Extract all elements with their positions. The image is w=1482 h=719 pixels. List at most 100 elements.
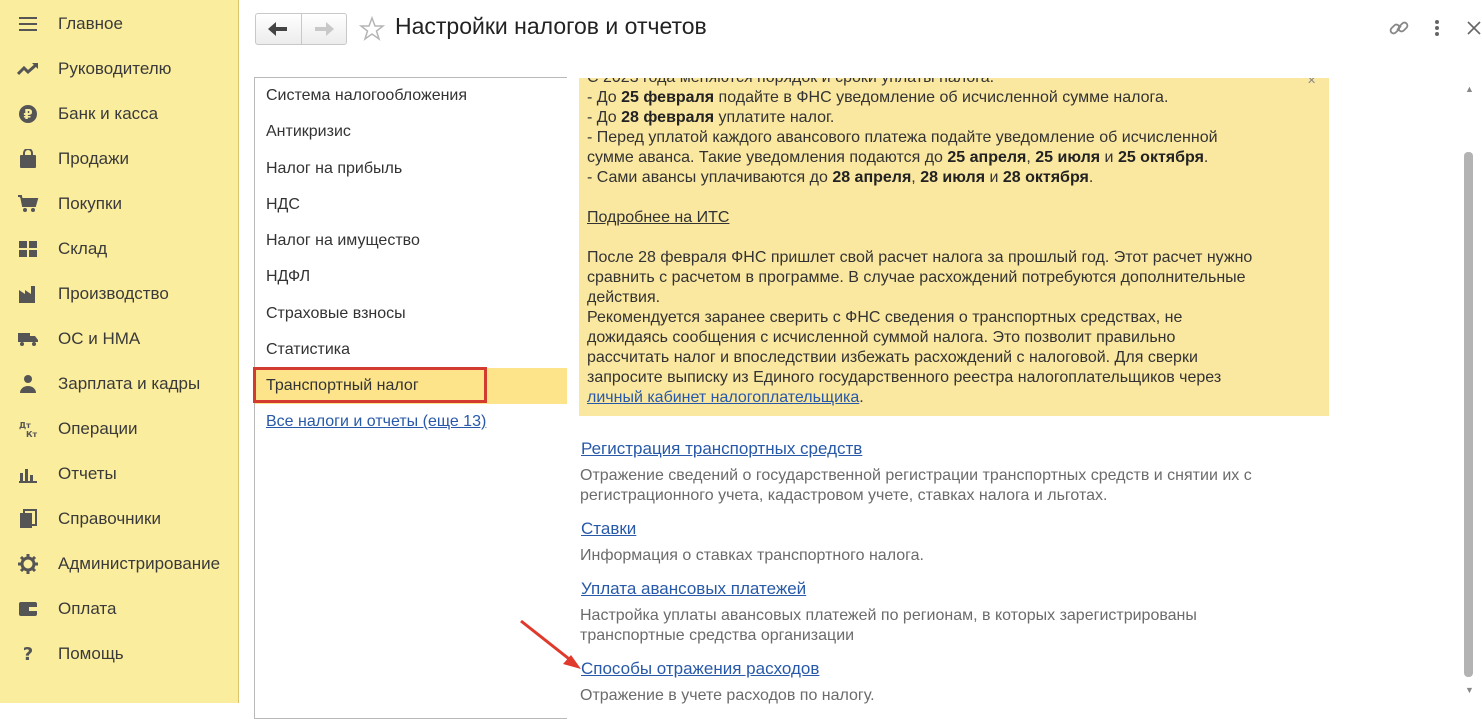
- page-title: Настройки налогов и отчетов: [395, 13, 707, 39]
- notice-line: сумме аванса. Такие уведомления подаются…: [587, 149, 1209, 166]
- sidebar-item-reports[interactable]: Отчеты: [0, 454, 238, 494]
- sidebar-item-warehouse[interactable]: Склад: [0, 229, 238, 269]
- sidebar-item-payment[interactable]: Оплата: [0, 589, 238, 629]
- notice-line: личный кабинет налогоплательщика.: [587, 389, 864, 406]
- sidebar-item-directories[interactable]: Справочники: [0, 499, 238, 539]
- debit-credit-icon: Дт Кт: [17, 418, 39, 440]
- close-button[interactable]: [1462, 16, 1482, 40]
- sidebar-item-administration[interactable]: Администрирование: [0, 544, 238, 584]
- sidebar-item-operations[interactable]: Дт Кт Операции: [0, 409, 238, 449]
- section-item-insurance[interactable]: Страховые взносы: [266, 305, 406, 323]
- sidebar-item-label: Зарплата и кадры: [58, 374, 201, 393]
- sidebar-item-bank[interactable]: ₽ Банк и касса: [0, 94, 238, 134]
- notice-line: действия.: [587, 289, 661, 306]
- vertical-scrollbar[interactable]: ▲ ▼: [1462, 82, 1476, 702]
- section-item-profit-tax[interactable]: Налог на прибыль: [266, 160, 402, 178]
- favorite-star-icon[interactable]: [358, 15, 386, 42]
- sidebar-item-purchases[interactable]: Покупки: [0, 184, 238, 224]
- sidebar: Главное Руководителю ₽ Банк и касса Прод…: [0, 0, 239, 703]
- section-item-property-tax[interactable]: Налог на имущество: [266, 232, 420, 250]
- wallet-icon: [17, 598, 39, 620]
- item-description: Информация о ставках транспортного налог…: [580, 547, 924, 564]
- rates-link[interactable]: Ставки: [581, 519, 636, 539]
- item-description: Отражение в учете расходов по налогу.: [580, 687, 875, 704]
- person-icon: [17, 373, 39, 395]
- section-item-tax-system[interactable]: Система налогообложения: [266, 87, 467, 105]
- sidebar-item-sales[interactable]: Продажи: [0, 139, 238, 179]
- notice-line: рассчитать налог и впоследствии избежать…: [587, 349, 1198, 366]
- svg-text:Дт: Дт: [19, 421, 31, 430]
- ruble-coin-icon: ₽: [17, 103, 39, 125]
- sidebar-item-label: Продажи: [58, 149, 129, 168]
- svg-text:Кт: Кт: [26, 430, 38, 439]
- section-item-vat[interactable]: НДС: [266, 196, 300, 214]
- sidebar-item-label: Банк и касса: [58, 104, 159, 123]
- vehicle-registration-link[interactable]: Регистрация транспортных средств: [581, 439, 862, 459]
- notice-line: - Перед уплатой каждого авансового плате…: [587, 129, 1218, 146]
- sidebar-item-label: Покупки: [58, 194, 122, 213]
- link-button[interactable]: [1387, 16, 1411, 40]
- notice-line: дожидаясь сообщения с исчисленной суммой…: [587, 329, 1176, 346]
- warehouse-icon: [17, 238, 39, 260]
- svg-text:?: ?: [23, 644, 33, 664]
- item-description: Отражение сведений о государственной рег…: [580, 467, 1252, 484]
- sidebar-item-label: Оплата: [58, 599, 117, 618]
- notice-line: сравнить с расчетом в программе. В случа…: [587, 269, 1246, 286]
- notice-panel: С 2023 года меняются порядок и сроки упл…: [579, 78, 1329, 416]
- more-actions-button[interactable]: [1425, 16, 1449, 40]
- sidebar-item-label: ОС и НМА: [58, 329, 141, 348]
- scroll-down-icon[interactable]: ▼: [1465, 685, 1474, 695]
- menu-icon: [17, 13, 39, 35]
- sidebar-item-label: Отчеты: [58, 464, 117, 483]
- arrow-right-icon: [314, 22, 334, 36]
- sidebar-item-label: Операции: [58, 419, 138, 438]
- svg-text:₽: ₽: [23, 108, 32, 123]
- gear-icon: [17, 553, 39, 575]
- advance-payments-link[interactable]: Уплата авансовых платежей: [581, 579, 806, 599]
- notice-close-icon[interactable]: ✕: [1307, 78, 1316, 87]
- cart-icon: [17, 193, 39, 215]
- notice-line: - Сами авансы уплачиваются до 28 апреля,…: [587, 169, 1094, 186]
- notice-line: запросите выписку из Единого государстве…: [587, 369, 1222, 386]
- forward-button[interactable]: [300, 14, 347, 44]
- taxpayer-cabinet-link[interactable]: личный кабинет налогоплательщика: [587, 389, 859, 406]
- sidebar-item-label: Производство: [58, 284, 169, 303]
- question-icon: ?: [17, 643, 39, 665]
- scroll-up-icon[interactable]: ▲: [1465, 84, 1474, 94]
- sidebar-item-help[interactable]: ? Помощь: [0, 634, 238, 674]
- link-icon: [1389, 21, 1409, 35]
- expense-methods-link[interactable]: Способы отражения расходов: [581, 659, 819, 679]
- sidebar-item-manager[interactable]: Руководителю: [0, 49, 238, 89]
- its-details-link[interactable]: Подробнее на ИТС: [587, 209, 729, 227]
- bar-chart-icon: [17, 463, 39, 485]
- sidebar-item-assets[interactable]: ОС и НМА: [0, 319, 238, 359]
- item-description: транспортные средства организации: [580, 627, 855, 644]
- truck-icon: [17, 328, 39, 350]
- sidebar-item-production[interactable]: Производство: [0, 274, 238, 314]
- section-item-anticrisis[interactable]: Антикризис: [266, 123, 351, 141]
- section-item-statistics[interactable]: Статистика: [266, 341, 350, 359]
- back-button[interactable]: [256, 14, 301, 44]
- notice-line: Рекомендуется заранее сверить с ФНС свед…: [587, 309, 1183, 326]
- history-buttons: [255, 13, 347, 45]
- item-description: регистрационного учета, кадастровом учет…: [580, 487, 1108, 504]
- arrow-left-icon: [268, 22, 288, 36]
- notice-line: - До 28 февраля уплатите налог.: [587, 109, 835, 126]
- more-vertical-icon: [1435, 20, 1439, 36]
- sidebar-item-salary[interactable]: Зарплата и кадры: [0, 364, 238, 404]
- all-taxes-link[interactable]: Все налоги и отчеты (еще 13): [266, 413, 486, 431]
- close-icon: [1467, 21, 1481, 35]
- books-icon: [17, 508, 39, 530]
- shopping-bag-icon: [17, 148, 39, 170]
- notice-line: После 28 февраля ФНС пришлет свой расчет…: [587, 249, 1253, 266]
- section-item-ndfl[interactable]: НДФЛ: [266, 268, 310, 286]
- trend-icon: [17, 58, 39, 80]
- selected-section-highlight: [253, 367, 487, 403]
- notice-line: С 2023 года меняются порядок и сроки упл…: [587, 78, 994, 87]
- sidebar-item-label: Склад: [58, 239, 108, 258]
- item-description: Настройка уплаты авансовых платежей по р…: [580, 607, 1197, 624]
- sidebar-item-label: Справочники: [58, 509, 161, 528]
- factory-icon: [17, 283, 39, 305]
- sidebar-item-main[interactable]: Главное: [0, 4, 238, 44]
- scrollbar-thumb[interactable]: [1464, 152, 1473, 677]
